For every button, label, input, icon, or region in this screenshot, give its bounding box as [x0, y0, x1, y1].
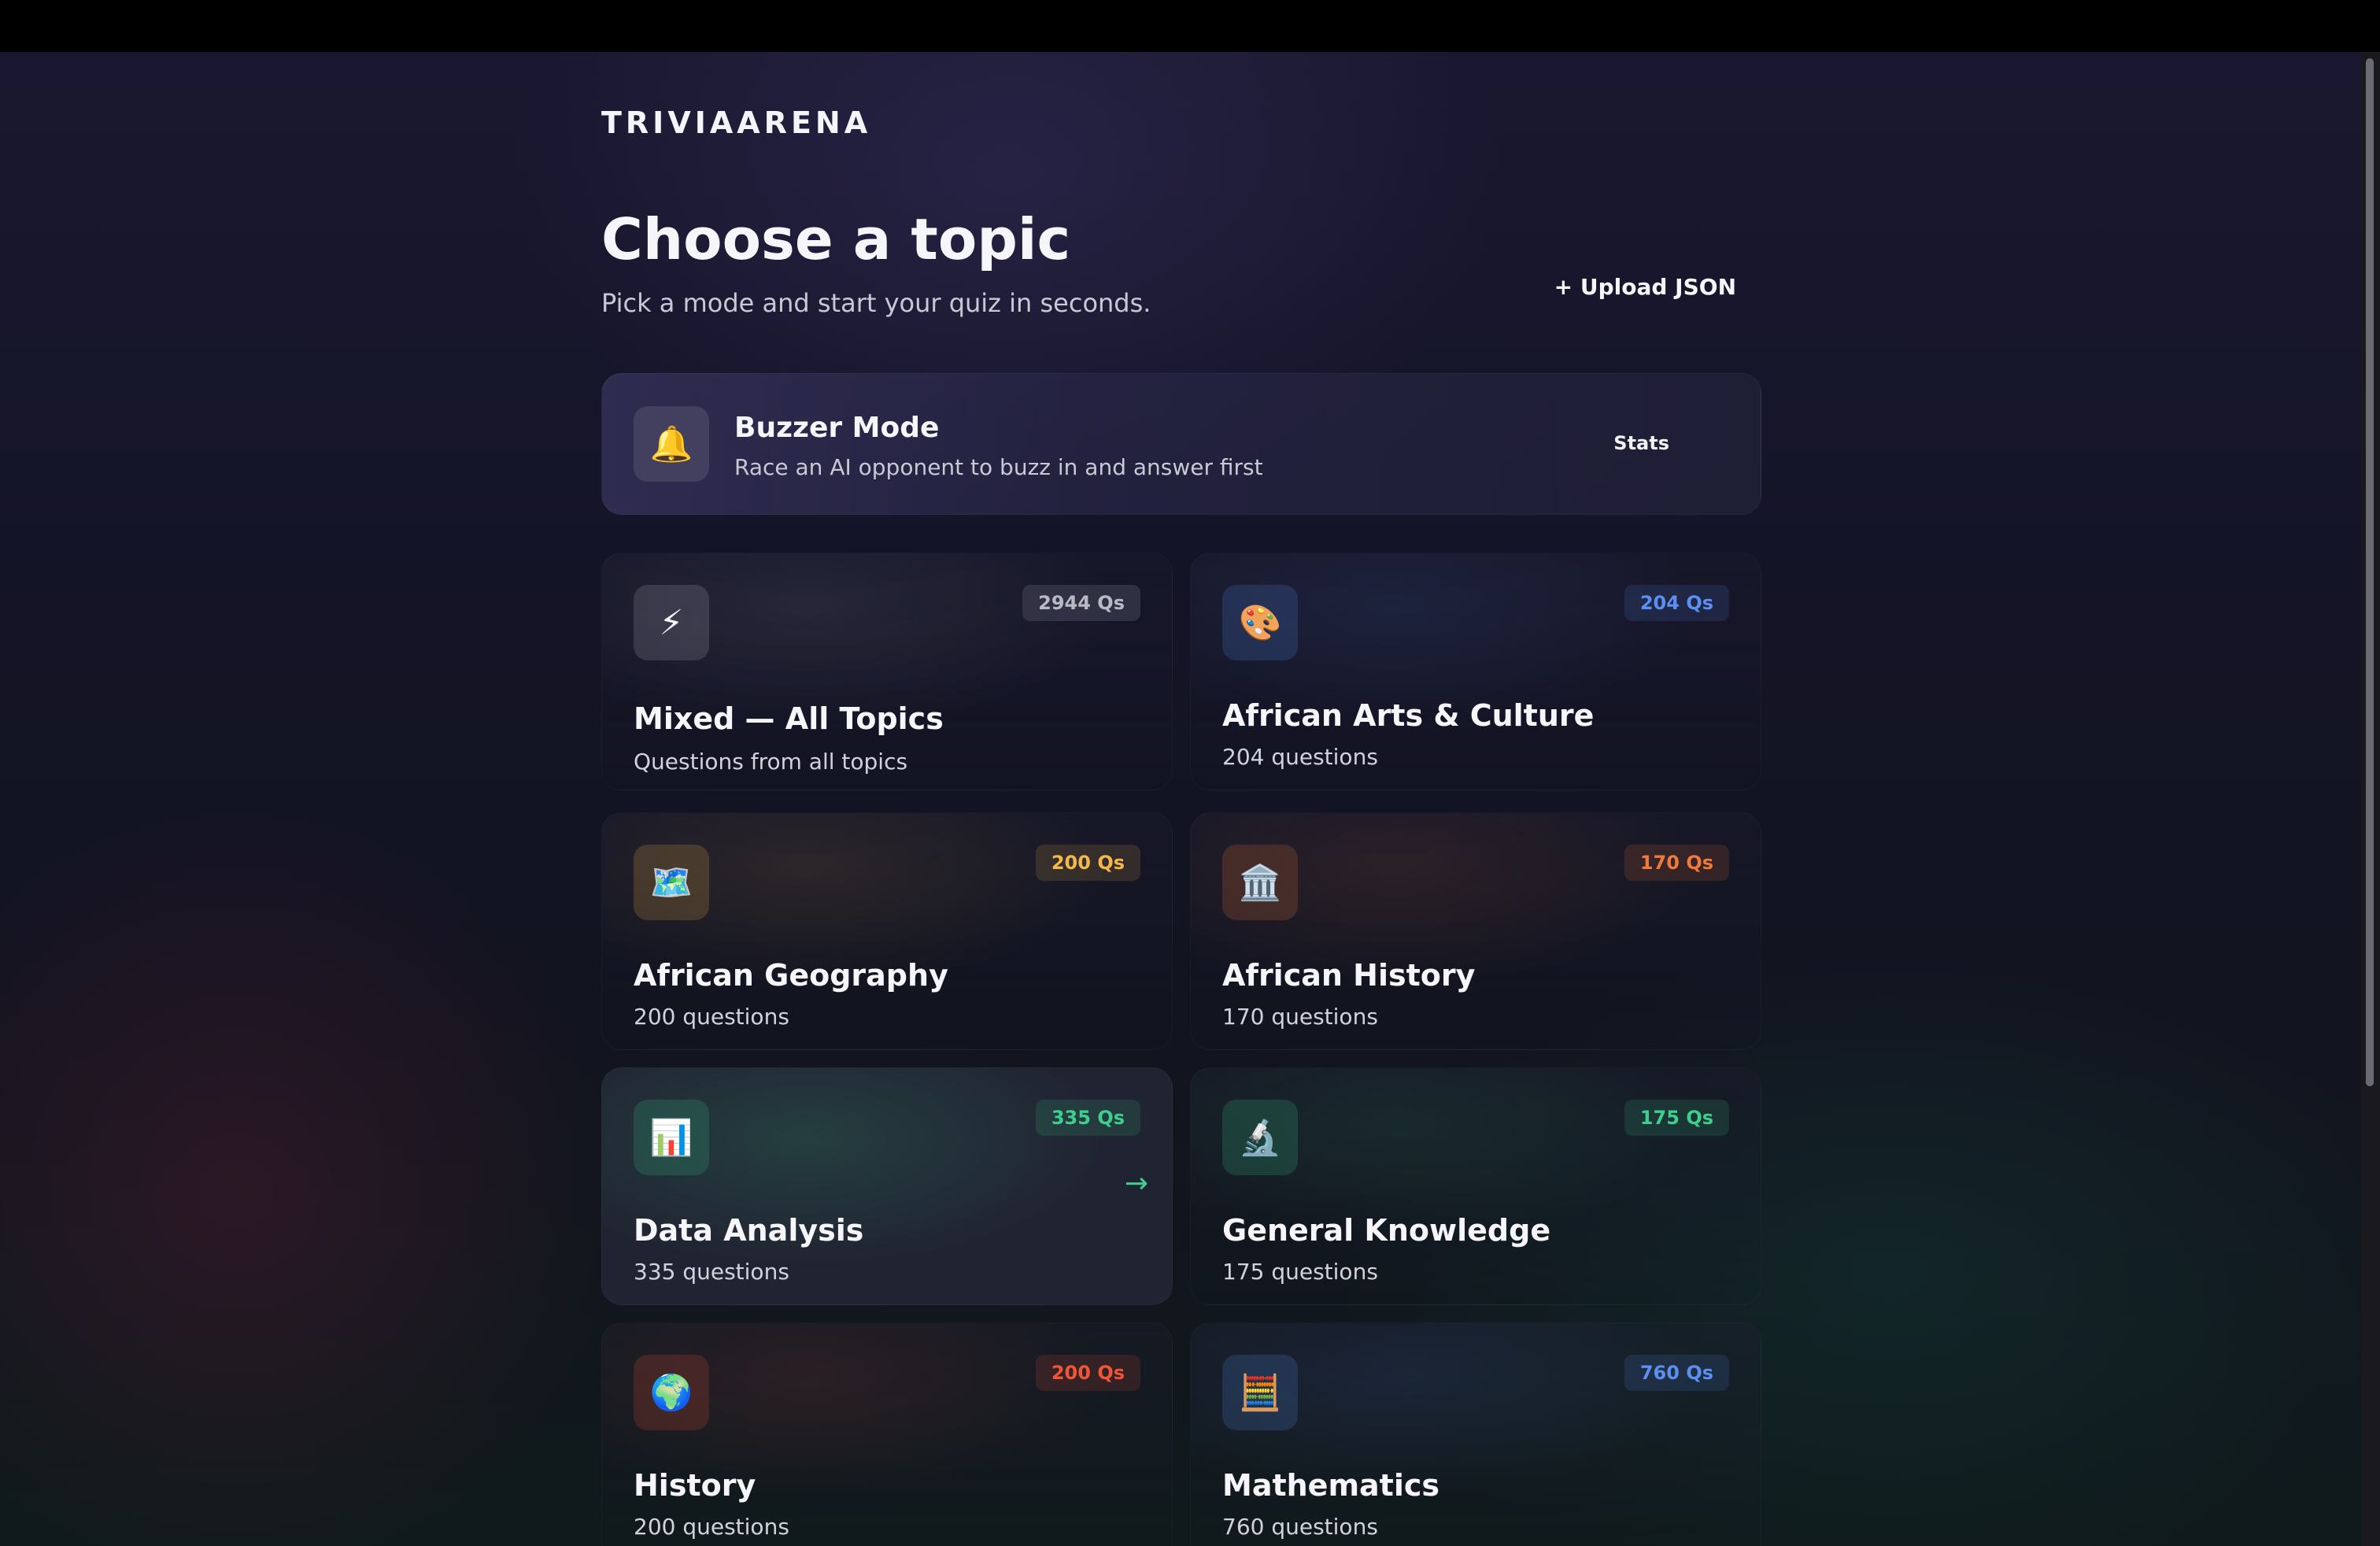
page-title: Choose a topic [601, 206, 1071, 272]
question-count-badge: 175 Qs [1624, 1100, 1729, 1136]
page-subtitle: Pick a mode and start your quiz in secon… [601, 288, 1151, 318]
question-count-badge: 200 Qs [1035, 1355, 1140, 1391]
palette-icon: 🎨 [1222, 585, 1298, 660]
topic-card-african-geography[interactable]: 🗺️ 200 Qs African Geography 200 questions [601, 812, 1173, 1050]
bar-chart-icon: 📊 [634, 1100, 709, 1175]
stats-button[interactable]: Stats [1613, 432, 1669, 454]
topic-subtitle: 175 questions [1222, 1259, 1378, 1285]
page-viewport: TRIVIAARENA Choose a topic Pick a mode a… [0, 52, 2361, 1546]
topic-subtitle: 760 questions [1222, 1514, 1378, 1540]
question-count-badge: 170 Qs [1624, 845, 1729, 881]
topic-title: African History [1222, 958, 1476, 993]
topic-title: Mixed — All Topics [634, 701, 944, 736]
topic-card-general-knowledge[interactable]: 🔬 175 Qs General Knowledge 175 questions [1190, 1067, 1761, 1305]
topic-card-history[interactable]: 🌍 200 Qs History 200 questions [601, 1322, 1173, 1546]
topic-title: African Arts & Culture [1222, 698, 1595, 733]
topic-title: History [634, 1468, 756, 1503]
museum-icon: 🏛️ [1222, 845, 1298, 920]
topic-title: General Knowledge [1222, 1213, 1551, 1248]
question-count-badge: 760 Qs [1624, 1355, 1729, 1391]
topic-subtitle: 170 questions [1222, 1004, 1378, 1030]
topic-subtitle: 200 questions [634, 1004, 789, 1030]
question-count-badge: 204 Qs [1624, 585, 1729, 621]
question-count-badge: 2944 Qs [1022, 585, 1140, 621]
topic-subtitle: 204 questions [1222, 744, 1378, 770]
scrollbar-thumb[interactable] [2366, 58, 2374, 1086]
topic-title: Data Analysis [634, 1213, 864, 1248]
question-count-badge: 335 Qs [1035, 1100, 1140, 1136]
topic-subtitle: 200 questions [634, 1514, 789, 1540]
topic-subtitle: 335 questions [634, 1259, 789, 1285]
microscope-icon: 🔬 [1222, 1100, 1298, 1175]
window-top-bar [0, 0, 2380, 52]
topic-title: African Geography [634, 958, 948, 993]
topic-title: Mathematics [1222, 1468, 1440, 1503]
arrow-right-icon: → [1124, 1167, 1148, 1200]
scrollbar[interactable] [2361, 52, 2380, 1546]
brand-logo[interactable]: TRIVIAARENA [601, 105, 871, 140]
bell-icon: 🔔 [634, 406, 709, 482]
topic-card-mathematics[interactable]: 🧮 760 Qs Mathematics 760 questions [1190, 1322, 1761, 1546]
topic-subtitle: Questions from all topics [634, 749, 908, 775]
lightning-icon: ⚡ [634, 585, 709, 660]
topic-card-mixed[interactable]: ⚡ 2944 Qs Mixed — All Topics Questions from… [601, 553, 1173, 790]
topic-card-african-arts-culture[interactable]: 🎨 204 Qs African Arts & Culture 204 questio… [1190, 553, 1761, 790]
upload-json-button[interactable]: + Upload JSON [1554, 274, 1736, 300]
buzzer-mode-title: Buzzer Mode [734, 412, 940, 444]
buzzer-mode-description: Race an AI opponent to buzz in and answe… [734, 454, 1263, 480]
abacus-icon: 🧮 [1222, 1355, 1298, 1430]
map-icon: 🗺️ [634, 845, 709, 920]
globe-icon: 🌍 [634, 1355, 709, 1430]
topic-card-data-analysis[interactable]: 📊 335 Qs Data Analysis 335 questions → [601, 1067, 1173, 1305]
question-count-badge: 200 Qs [1035, 845, 1140, 881]
topic-card-african-history[interactable]: 🏛️ 170 Qs African History 170 questions [1190, 812, 1761, 1050]
buzzer-mode-card[interactable]: 🔔 Buzzer Mode Race an AI opponent to buz… [601, 373, 1761, 515]
